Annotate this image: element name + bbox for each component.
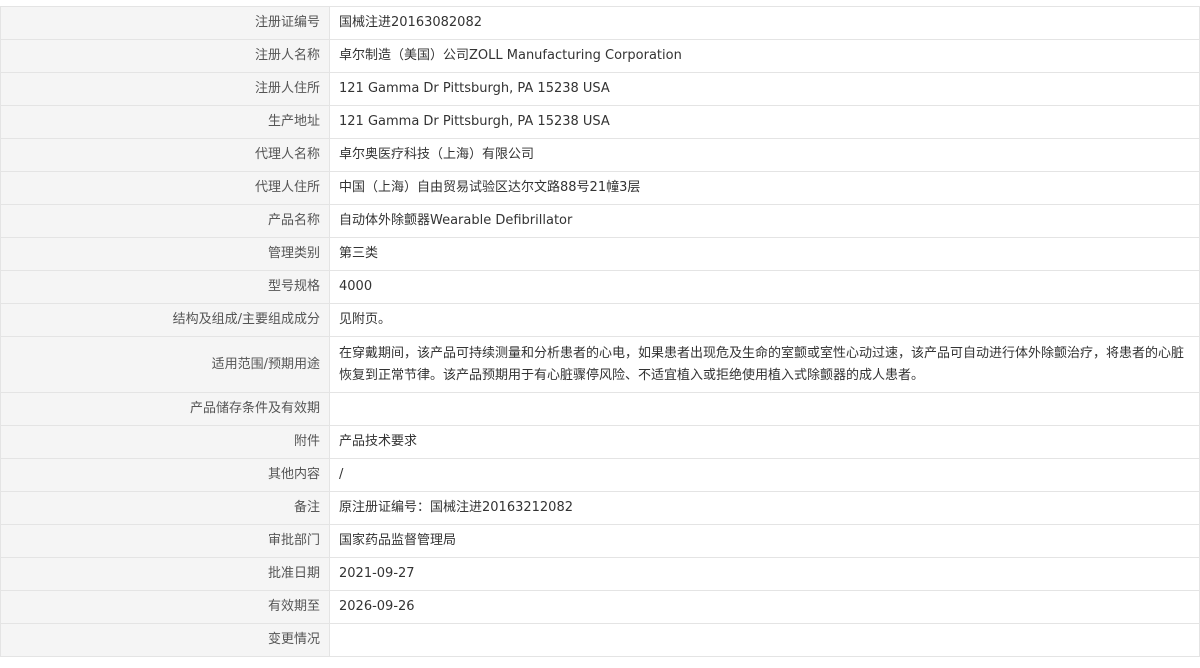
field-value: 产品技术要求	[329, 425, 1200, 459]
field-label: 型号规格	[0, 270, 330, 304]
table-row: 代理人住所 中国（上海）自由贸易试验区达尔文路88号21幢3层	[0, 171, 1200, 205]
field-label: 代理人名称	[0, 138, 330, 172]
field-label: 产品名称	[0, 204, 330, 238]
table-row: 注册人住所 121 Gamma Dr Pittsburgh, PA 15238 …	[0, 72, 1200, 106]
field-value: 第三类	[329, 237, 1200, 271]
field-label: 产品储存条件及有效期	[0, 392, 330, 426]
table-row: 附件 产品技术要求	[0, 425, 1200, 459]
registration-detail-table: 注册证编号 国械注进20163082082 注册人名称 卓尔制造（美国）公司ZO…	[0, 6, 1200, 657]
field-value: 国械注进20163082082	[329, 6, 1200, 40]
field-value: /	[329, 458, 1200, 492]
field-value: 卓尔制造（美国）公司ZOLL Manufacturing Corporation	[329, 39, 1200, 73]
table-row: 注册人名称 卓尔制造（美国）公司ZOLL Manufacturing Corpo…	[0, 39, 1200, 73]
table-row: 产品名称 自动体外除颤器Wearable Defibrillator	[0, 204, 1200, 238]
table-row: 型号规格 4000	[0, 270, 1200, 304]
field-label: 管理类别	[0, 237, 330, 271]
field-label: 审批部门	[0, 524, 330, 558]
table-row: 结构及组成/主要组成成分 见附页。	[0, 303, 1200, 337]
field-label: 批准日期	[0, 557, 330, 591]
field-label: 注册证编号	[0, 6, 330, 40]
field-value: 在穿戴期间，该产品可持续测量和分析患者的心电，如果患者出现危及生命的室颤或室性心…	[329, 336, 1200, 393]
table-row: 变更情况	[0, 623, 1200, 657]
table-row: 批准日期 2021-09-27	[0, 557, 1200, 591]
field-value	[329, 623, 1200, 657]
table-row: 注册证编号 国械注进20163082082	[0, 6, 1200, 40]
table-row: 适用范围/预期用途 在穿戴期间，该产品可持续测量和分析患者的心电，如果患者出现危…	[0, 336, 1200, 393]
field-value: 见附页。	[329, 303, 1200, 337]
field-value: 121 Gamma Dr Pittsburgh, PA 15238 USA	[329, 105, 1200, 139]
field-value: 2021-09-27	[329, 557, 1200, 591]
field-label: 生产地址	[0, 105, 330, 139]
field-value: 国家药品监督管理局	[329, 524, 1200, 558]
table-row: 代理人名称 卓尔奥医疗科技（上海）有限公司	[0, 138, 1200, 172]
field-label: 变更情况	[0, 623, 330, 657]
field-label: 注册人名称	[0, 39, 330, 73]
field-label: 结构及组成/主要组成成分	[0, 303, 330, 337]
table-row: 产品储存条件及有效期	[0, 392, 1200, 426]
table-row: 管理类别 第三类	[0, 237, 1200, 271]
field-value: 原注册证编号：国械注进20163212082	[329, 491, 1200, 525]
table-row: 审批部门 国家药品监督管理局	[0, 524, 1200, 558]
field-label: 注册人住所	[0, 72, 330, 106]
field-label: 备注	[0, 491, 330, 525]
table-row: 生产地址 121 Gamma Dr Pittsburgh, PA 15238 U…	[0, 105, 1200, 139]
field-label: 有效期至	[0, 590, 330, 624]
field-value: 121 Gamma Dr Pittsburgh, PA 15238 USA	[329, 72, 1200, 106]
table-row: 有效期至 2026-09-26	[0, 590, 1200, 624]
field-value	[329, 392, 1200, 426]
field-label: 适用范围/预期用途	[0, 336, 330, 393]
field-value: 自动体外除颤器Wearable Defibrillator	[329, 204, 1200, 238]
table-row: 备注 原注册证编号：国械注进20163212082	[0, 491, 1200, 525]
field-value: 2026-09-26	[329, 590, 1200, 624]
field-label: 代理人住所	[0, 171, 330, 205]
table-row: 其他内容 /	[0, 458, 1200, 492]
field-label: 其他内容	[0, 458, 330, 492]
field-label: 附件	[0, 425, 330, 459]
field-value: 中国（上海）自由贸易试验区达尔文路88号21幢3层	[329, 171, 1200, 205]
field-value: 卓尔奥医疗科技（上海）有限公司	[329, 138, 1200, 172]
field-value: 4000	[329, 270, 1200, 304]
